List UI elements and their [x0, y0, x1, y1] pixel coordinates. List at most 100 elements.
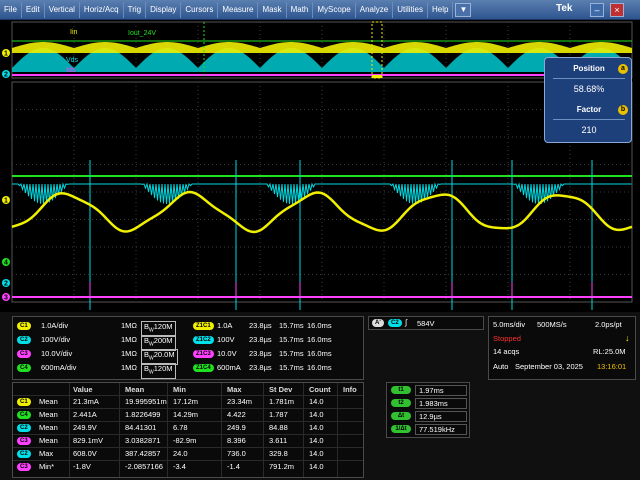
measurement-min: 17.12m [173, 397, 199, 406]
zoom-badge[interactable]: Z1C1 [193, 322, 214, 330]
menu-measure[interactable]: Measure [218, 1, 259, 18]
measurement-value: 608.0V [73, 449, 97, 458]
cursor-badge[interactable]: 1/Δt [391, 425, 411, 433]
zoom-badge[interactable]: Z1C2 [193, 336, 214, 344]
table-row-divider [13, 421, 363, 422]
channel-bandwidth[interactable]: BW120M [141, 363, 176, 379]
zoom-t2: 15.7ms [279, 321, 304, 330]
measurement-stdev: 329.8 [269, 449, 288, 458]
menu-mask[interactable]: Mask [258, 1, 287, 18]
zoom-badge[interactable]: Z1C3 [193, 350, 214, 358]
menu-vertical[interactable]: Vertical [45, 1, 80, 18]
trigger-position-icon: ↓ [625, 333, 630, 343]
zoom-t2: 15.7ms [279, 349, 304, 358]
zoom-badge[interactable]: Z1C4 [193, 364, 214, 372]
zoom-indicator [372, 75, 382, 78]
channel-impedance: 1MΩ [121, 321, 138, 330]
menu-myscope[interactable]: MyScope [313, 1, 356, 18]
menu-cursors[interactable]: Cursors [181, 1, 219, 18]
channel-scale[interactable]: 100V/div [41, 335, 70, 344]
label-vds: Vds [66, 57, 79, 64]
horizontal-scale: 5.0ms/div [493, 320, 526, 329]
factor-knob-icon[interactable]: b [618, 105, 628, 115]
position-factor-panel[interactable]: Position a 58.68% Factor b 210 [544, 57, 632, 143]
measurement-value: 21.3mA [73, 397, 99, 406]
measurement-max: 8.396 [227, 436, 246, 445]
menu-file[interactable]: File [0, 1, 22, 18]
table-divider [221, 383, 222, 477]
trigger-readout[interactable]: A' C2 ∫ 584V [368, 316, 484, 330]
acq-count: 14 acqs [493, 347, 520, 356]
menu-analyze[interactable]: Analyze [356, 1, 394, 18]
measurement-source-badge[interactable]: C2 [17, 450, 31, 458]
channel-badge[interactable]: C4 [17, 364, 31, 372]
channel-badge[interactable]: C3 [17, 350, 31, 358]
channel-badge[interactable]: C1 [17, 322, 31, 330]
channel-scale[interactable]: 10.0V/div [41, 349, 72, 358]
measurement-count: 14.0 [309, 423, 324, 432]
minimize-button[interactable]: – [590, 3, 604, 17]
brand-logo: Tek [556, 3, 573, 14]
measurement-type: Max [39, 449, 54, 458]
table-row-divider [13, 395, 363, 396]
measurement-value: 2.441A [73, 410, 97, 419]
cursor-badge[interactable]: t1 [391, 386, 411, 394]
position-value[interactable]: 58.68% [551, 84, 627, 94]
measurement-column-header: Max [227, 385, 242, 394]
trigger-a-badge: A' [372, 319, 384, 327]
menu-display[interactable]: Display [146, 1, 182, 18]
menu-math[interactable]: Math [287, 1, 314, 18]
zoom-scale: 10.0V [217, 349, 237, 358]
measurement-max: -1.4 [227, 462, 240, 471]
cursor-badge[interactable]: t2 [391, 399, 411, 407]
menu-help[interactable]: Help [428, 1, 454, 18]
menu-horiz-acq[interactable]: Horiz/Acq [80, 1, 124, 18]
position-separator [553, 78, 625, 79]
trigger-slope-icon: ∫ [405, 318, 408, 327]
trigger-channel-badge: C2 [388, 319, 402, 327]
time-resolution: 2.0ps/pt [595, 320, 622, 329]
table-divider [337, 383, 338, 477]
record-length: RL:25.0M [593, 347, 626, 356]
measurement-source-badge[interactable]: C2 [17, 424, 31, 432]
factor-value[interactable]: 210 [551, 125, 627, 135]
measurement-count: 14.0 [309, 436, 324, 445]
table-divider [69, 383, 70, 477]
table-divider [119, 383, 120, 477]
channel-badge[interactable]: C2 [17, 336, 31, 344]
position-knob-icon[interactable]: a [618, 64, 628, 74]
measurement-source-badge[interactable]: C4 [17, 411, 31, 419]
cursor-readout[interactable]: t1 1.97ms t2 1.983ms Δt 12.9µs 1/Δt 77.519kHz [386, 382, 470, 438]
measurement-column-header: Mean [125, 385, 145, 394]
measurement-source-badge[interactable]: C3 [17, 463, 31, 471]
measurement-source-badge[interactable]: C3 [17, 437, 31, 445]
info-area: C1 1.0A/div 1MΩ BW120M Z1C1 1.0A 23.8µs 15.7ms 1… [0, 312, 640, 480]
channel-settings-panel[interactable]: C1 1.0A/div 1MΩ BW120M Z1C1 1.0A 23.8µs 15.7ms 1… [12, 316, 364, 380]
measurement-count: 14.0 [309, 410, 324, 419]
table-row-divider [13, 460, 363, 461]
bandwidth-value: 200M [153, 336, 173, 345]
menu-utilities[interactable]: Utilities [393, 1, 428, 18]
channel-impedance: 1MΩ [121, 363, 138, 372]
measurement-min: 14.29m [173, 410, 199, 419]
sample-rate: 500MS/s [537, 320, 567, 329]
bandwidth-value: 20.0M [153, 350, 175, 359]
channel-scale[interactable]: 600mA/div [41, 363, 76, 372]
measurement-type: Mean [39, 397, 58, 406]
waveform-display[interactable]: Iin Iout_24V Vds Ids 1 2 1 2 3 4 Positio… [0, 20, 640, 312]
menu-edit[interactable]: Edit [22, 1, 45, 18]
channel-scale[interactable]: 1.0A/div [41, 321, 68, 330]
cursor-badge[interactable]: Δt [391, 412, 411, 420]
horizontal-readout[interactable]: 5.0ms/div 500MS/s 2.0ps/pt ↓ Stopped 14 … [488, 316, 636, 380]
measurement-table[interactable]: Value Mean Min Max St Dev Count Info C1 Mean 21.… [12, 382, 364, 478]
measurement-source-badge[interactable]: C1 [17, 398, 31, 406]
label-ids: Ids [66, 67, 76, 74]
zoom-t1: 23.8µs [249, 335, 272, 344]
menu-dropdown-button[interactable]: ▼ [455, 2, 472, 17]
close-button[interactable]: × [610, 3, 624, 17]
marker-ch2-main: 2 [4, 281, 8, 288]
measurement-type: Mean [39, 423, 58, 432]
measurement-column-header: Min [173, 385, 186, 394]
measurement-stdev: 1.781m [269, 397, 295, 406]
menu-trig[interactable]: Trig [124, 1, 147, 18]
